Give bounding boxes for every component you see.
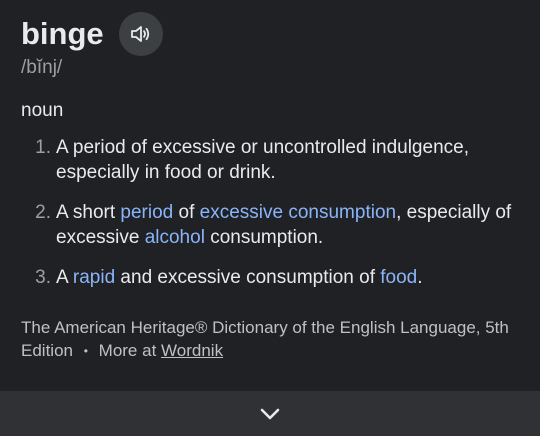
definition-text: A short: [56, 202, 121, 223]
wordnik-link[interactable]: Wordnik: [161, 341, 223, 360]
sense-item: 3. A rapid and excessive consumption of f…: [21, 265, 521, 290]
definition-text: consumption.: [204, 227, 324, 248]
definition-text: .: [417, 267, 423, 288]
source-text: The American Heritage® Dictionary of the…: [21, 318, 509, 360]
definition-link[interactable]: rapid: [73, 267, 115, 288]
definition-text: A period of excessive or uncontrolled in…: [56, 137, 469, 183]
chevron-down-icon: [260, 408, 280, 419]
speaker-icon: [130, 26, 149, 42]
definition-link[interactable]: alcohol: [145, 227, 205, 248]
definition-text: of: [173, 202, 200, 223]
sense-number: 1.: [35, 137, 51, 158]
pronunciation: /bĭnj/: [21, 57, 63, 78]
sense-list: 1. A period of excessive or uncontrolled …: [21, 135, 521, 305]
headword: binge: [21, 16, 104, 51]
sense-number: 2.: [35, 202, 51, 223]
expand-button[interactable]: [0, 391, 540, 436]
sense-definition: A short period of excessive consumption,…: [56, 200, 521, 250]
pronunciation-audio-button[interactable]: [118, 12, 163, 56]
definition-text: and excessive consumption of: [115, 267, 381, 288]
sense-definition: A rapid and excessive consumption of foo…: [56, 265, 521, 290]
headword-row: binge: [21, 12, 163, 56]
sense-definition: A period of excessive or uncontrolled in…: [56, 135, 521, 185]
definition-link[interactable]: period: [120, 202, 173, 223]
sense-number: 3.: [35, 267, 51, 288]
dictionary-card: binge /bĭnj/ noun 1. A period of excessiv…: [0, 0, 540, 436]
definition-link[interactable]: excessive consumption: [200, 202, 396, 223]
definition-text: A: [56, 267, 73, 288]
source-attribution: The American Heritage® Dictionary of the…: [21, 316, 521, 363]
definition-link[interactable]: food: [380, 267, 417, 288]
more-at-label: More at: [98, 341, 157, 360]
part-of-speech: noun: [21, 100, 64, 121]
sense-item: 1. A period of excessive or uncontrolled …: [21, 135, 521, 185]
sense-item: 2. A short period of excessive consumptio…: [21, 200, 521, 250]
source-separator: •: [83, 344, 88, 359]
